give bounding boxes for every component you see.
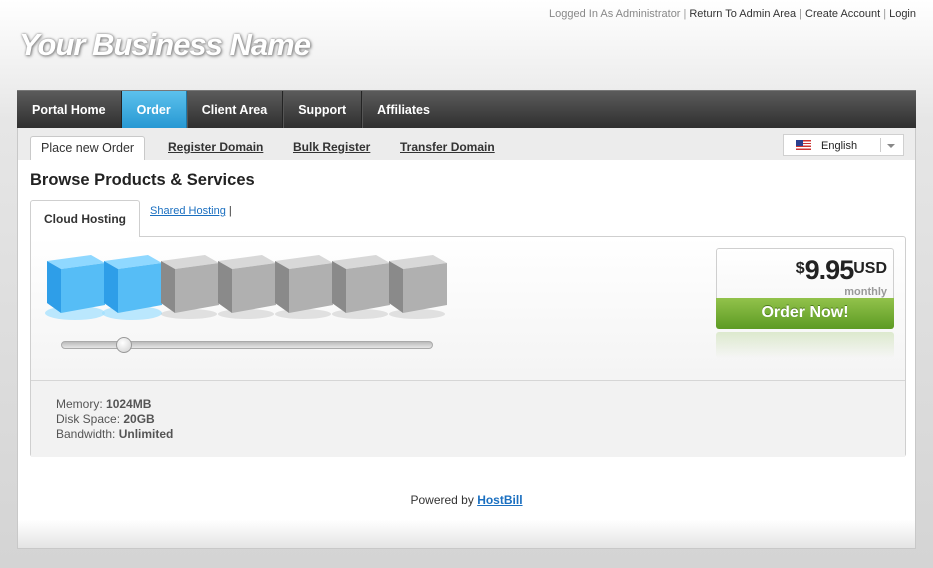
tab-bulk-register[interactable]: Bulk Register (293, 140, 370, 154)
top-links: Logged In As Administrator | Return To Adm… (549, 8, 916, 20)
main-nav: Portal Home Order Client Area Support Af… (17, 90, 916, 128)
tab-place-new-order[interactable]: Place new Order (30, 136, 146, 160)
business-logo[interactable]: Your Business Name (19, 27, 311, 63)
nav-item-client-area[interactable]: Client Area (187, 91, 284, 128)
price-currency: USD (853, 260, 887, 277)
tab-register-domain[interactable]: Register Domain (168, 140, 263, 154)
spec-disk-space: Disk Space: 20GB (56, 412, 155, 426)
product-specs: Memory: 1024MB Disk Space: 20GB Bandwidt… (56, 397, 173, 442)
nav-item-affiliates[interactable]: Affiliates (362, 91, 445, 128)
price-box: $9.95USD monthly Order Now! (716, 248, 894, 329)
nav-item-support[interactable]: Support (283, 91, 363, 128)
spec-memory: Memory: 1024MB (56, 397, 152, 411)
tab-transfer-domain[interactable]: Transfer Domain (400, 140, 495, 154)
sub-nav: Place new Order Register Domain Bulk Reg… (18, 128, 915, 160)
category-tab-cloud-hosting[interactable]: Cloud Hosting (30, 200, 140, 237)
price: $9.95USD (795, 255, 887, 285)
nav-item-order[interactable]: Order (121, 91, 187, 128)
footer: Powered by HostBill (410, 493, 523, 507)
nav-item-portal-home[interactable]: Portal Home (17, 91, 122, 128)
order-now-button[interactable]: Order Now! (716, 298, 894, 329)
language-select[interactable]: English (783, 134, 904, 156)
price-amount: 9.95 (804, 255, 855, 285)
content-panel: Place new Order Register Domain Bulk Reg… (17, 128, 916, 549)
cube-unselected[interactable] (383, 251, 451, 321)
return-admin-link[interactable]: Return To Admin Area (689, 8, 796, 20)
category-link-shared-hosting[interactable]: Shared Hosting (150, 205, 226, 217)
create-account-link[interactable]: Create Account (805, 8, 880, 20)
category-links: Shared Hosting | (150, 205, 232, 217)
price-period: monthly (844, 286, 887, 298)
hostbill-link[interactable]: HostBill (477, 493, 522, 507)
us-flag-icon (796, 140, 811, 150)
login-link[interactable]: Login (889, 8, 916, 20)
spec-bandwidth: Bandwidth: Unlimited (56, 427, 174, 441)
page-title: Browse Products & Services (30, 171, 255, 189)
product-box: $9.95USD monthly Order Now! Memory: 1024… (30, 236, 906, 457)
logged-in-text: Logged In As Administrator (549, 8, 681, 20)
slider-handle[interactable] (116, 337, 133, 353)
chevron-down-icon (887, 144, 895, 148)
language-label: English (821, 140, 858, 152)
resource-cubes[interactable] (41, 251, 461, 331)
